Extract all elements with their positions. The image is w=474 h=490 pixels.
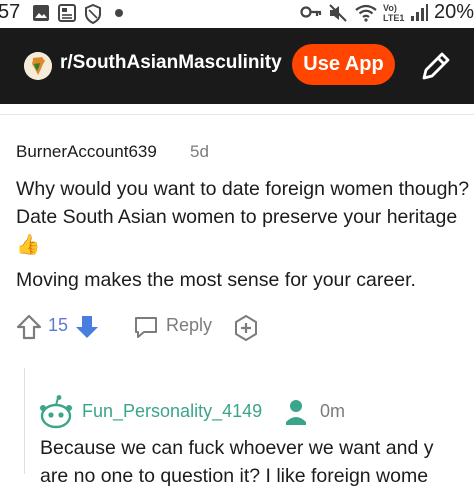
snoo-avatar-icon[interactable]: [38, 394, 74, 430]
comment-body-line: are no one to question it? I like foreig…: [40, 465, 429, 487]
thread-line: [24, 368, 25, 474]
signal-icon: [411, 4, 428, 21]
comment-body-line: Because we can fuck whoever we want and …: [40, 437, 434, 459]
image-icon: [33, 5, 49, 21]
comment-age: 5d: [190, 142, 209, 161]
award-icon[interactable]: [232, 314, 260, 342]
reply-button[interactable]: Reply: [166, 315, 212, 336]
subreddit-icon[interactable]: [24, 52, 52, 80]
divider: [0, 114, 474, 115]
wifi-icon: [355, 4, 377, 22]
vote-score: 15: [48, 315, 69, 335]
subreddit-name[interactable]: r/SouthAsianMasculinity: [60, 52, 282, 74]
reply-icon[interactable]: [133, 315, 159, 339]
op-user-icon: [286, 400, 306, 425]
upvote-icon[interactable]: [16, 314, 42, 340]
comment-actions: 15 Reply: [0, 312, 474, 342]
dot-icon: [115, 9, 123, 17]
comment-body: Because we can fuck whoever we want and …: [40, 434, 474, 490]
downvote-icon[interactable]: [74, 314, 100, 340]
comment-age: 0m: [320, 401, 346, 421]
comment-body-paragraph: Moving makes the most sense for your car…: [16, 269, 416, 291]
key-icon: [300, 6, 322, 18]
network-label: Vo) LTE1: [383, 3, 405, 23]
status-time: 57: [0, 1, 21, 23]
comment-body-paragraph: Why would you want to date foreign women…: [16, 178, 470, 256]
shield-icon: [85, 4, 101, 24]
comment-author[interactable]: BurnerAccount639: [16, 142, 157, 162]
news-icon: [58, 4, 76, 22]
app-header: r/SouthAsianMasculinity Use App: [0, 28, 474, 104]
pencil-icon[interactable]: [418, 48, 454, 84]
comment-author[interactable]: Fun_Personality_4149: [82, 401, 262, 422]
use-app-button[interactable]: Use App: [292, 44, 395, 85]
battery-percent: 20%: [433, 1, 474, 23]
mute-icon: [329, 4, 347, 22]
status-bar: 57 Vo) LTE1 20%: [0, 0, 474, 28]
